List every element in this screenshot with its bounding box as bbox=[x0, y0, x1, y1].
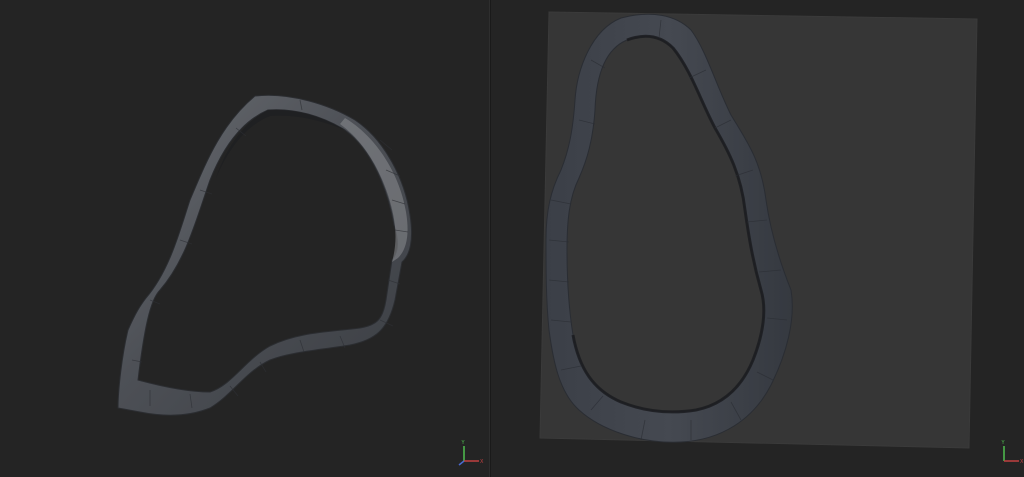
axis-x-label: X bbox=[480, 459, 484, 465]
2d-uv-viewport[interactable]: Y X bbox=[491, 0, 1024, 477]
axis-gizmo-2d: Y X bbox=[995, 438, 1024, 468]
axis-gizmo-3d: Y X bbox=[455, 438, 485, 468]
axis-y-label: Y bbox=[461, 440, 466, 446]
axis-y-label: Y bbox=[1001, 440, 1006, 446]
axis-x-label: X bbox=[1020, 459, 1024, 465]
3d-mesh-render[interactable] bbox=[0, 0, 489, 477]
3d-viewport[interactable]: Y X bbox=[0, 0, 489, 477]
axis-gizmo-icon: Y X bbox=[458, 440, 484, 466]
axis-gizmo-icon: Y X bbox=[1001, 440, 1024, 465]
2d-uv-render[interactable] bbox=[491, 0, 1024, 477]
texture-painter-app: Y X Y X bbox=[0, 0, 1024, 477]
